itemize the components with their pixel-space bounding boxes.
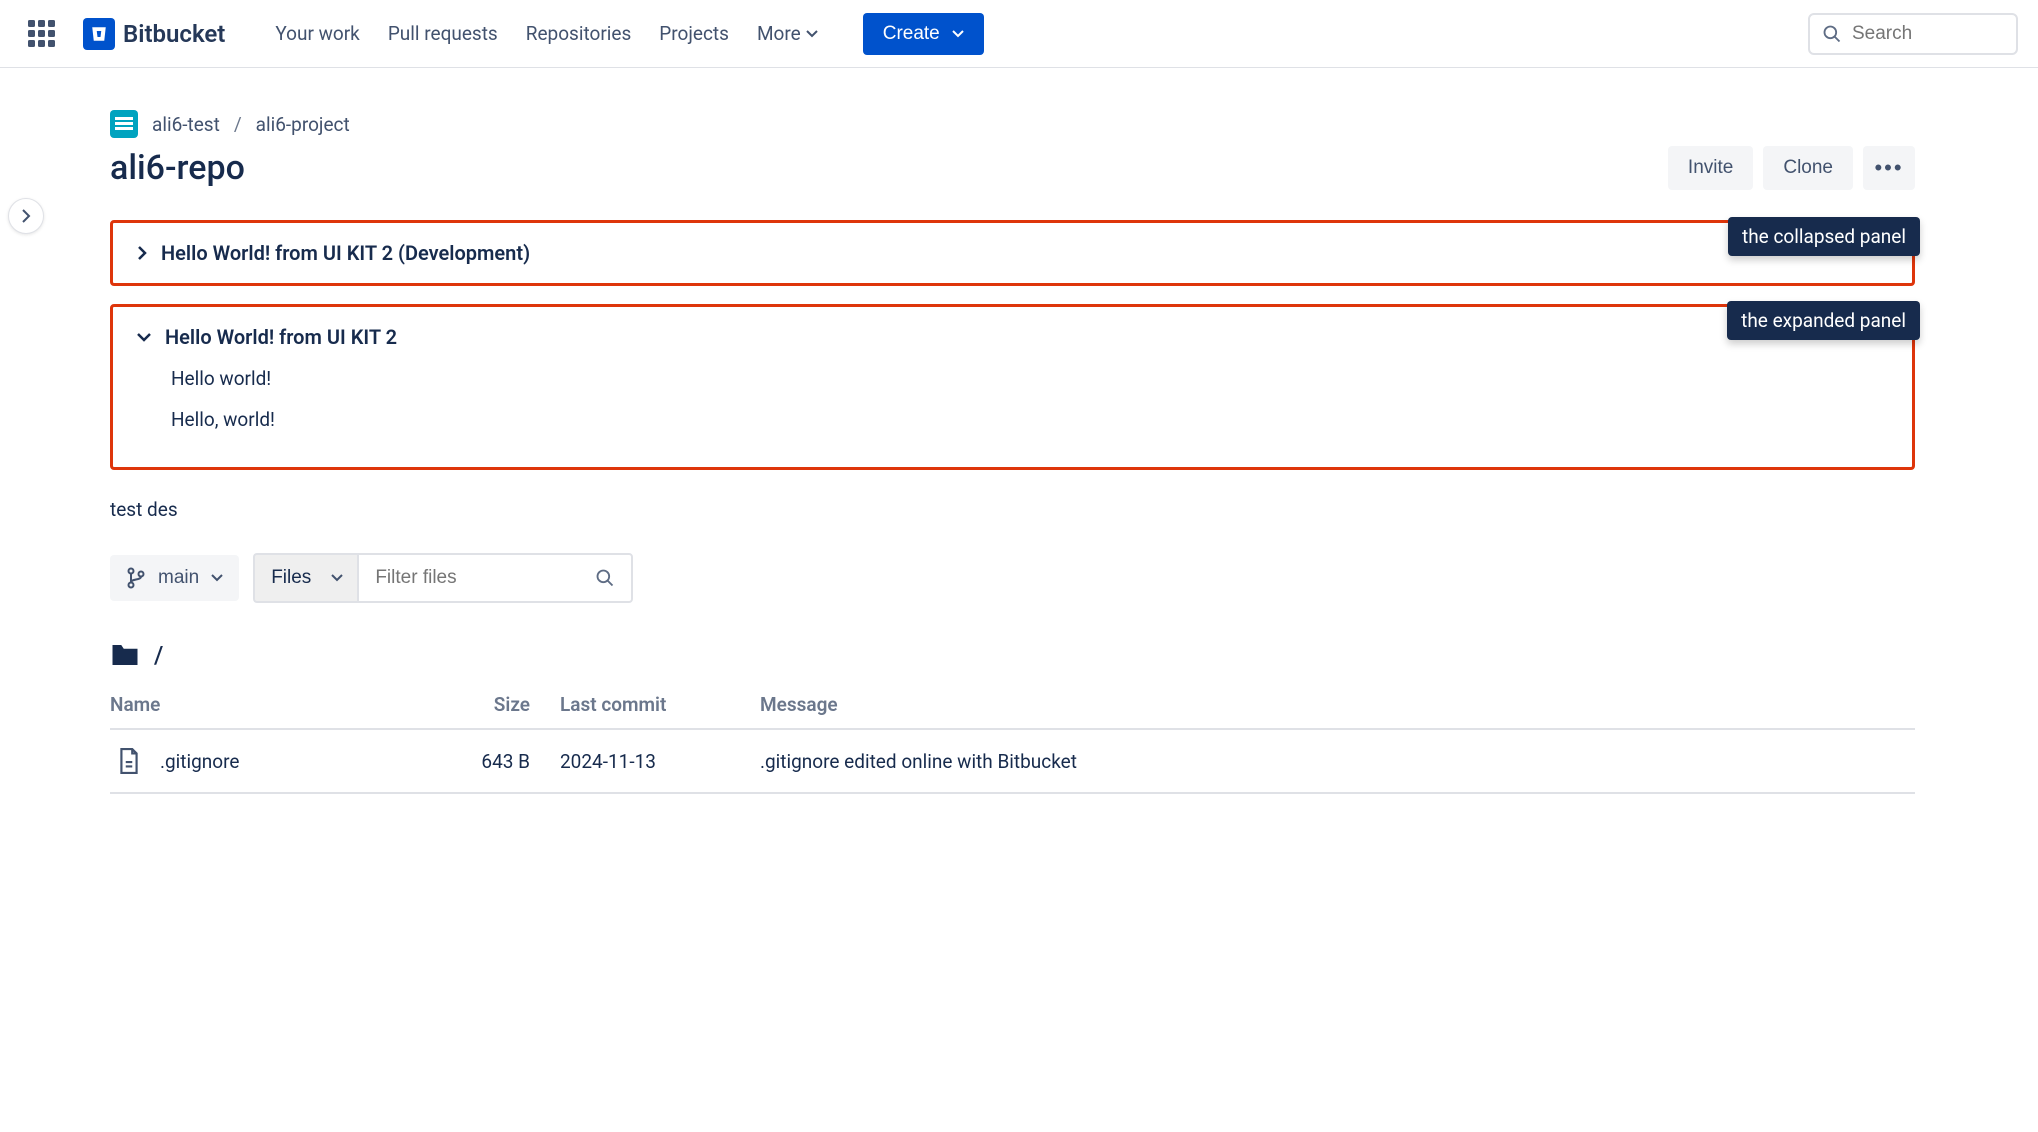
table-header: Name Size Last commit Message [110,693,1915,730]
col-size: Size [450,693,560,716]
col-message: Message [760,693,1915,716]
folder-icon[interactable] [110,642,140,668]
chevron-down-icon [952,30,964,38]
panel-body-line: Hello, world! [171,408,1888,431]
expand-sidebar-button[interactable] [8,198,44,234]
chevron-down-icon [806,30,818,38]
top-navigation: Bitbucket Your work Pull requests Reposi… [0,0,2038,68]
repo-title: ali6-repo [110,148,245,188]
breadcrumb-workspace[interactable]: ali6-test [152,113,220,136]
nav-projects[interactable]: Projects [659,22,729,45]
chevron-down-icon [331,574,343,582]
collapsed-panel: Hello World! from UI KIT 2 (Development)… [110,220,1915,286]
file-icon [118,748,140,774]
expanded-panel: Hello World! from UI KIT 2 the expanded … [110,304,1915,470]
file-commit: 2024-11-13 [560,750,760,773]
more-horizontal-icon: ••• [1874,155,1903,181]
workspace-avatar-icon [110,110,138,138]
file-size: 643 B [450,750,560,773]
brand-text: Bitbucket [123,20,225,48]
chevron-right-icon [137,246,147,260]
expanded-panel-header[interactable]: Hello World! from UI KIT 2 [137,325,1888,349]
search-input[interactable] [1852,23,2004,45]
file-message: .gitignore edited online with Bitbucket [760,750,1915,773]
col-name: Name [110,693,450,716]
repo-description: test des [110,498,1915,521]
collapsed-panel-header[interactable]: Hello World! from UI KIT 2 (Development) [137,241,1888,265]
filter-files-input[interactable] [375,567,595,589]
expanded-panel-body: Hello world! Hello, world! [137,349,1888,431]
expanded-panel-title: Hello World! from UI KIT 2 [165,325,397,349]
filter-files-wrap [357,553,633,603]
clone-button[interactable]: Clone [1763,146,1853,190]
breadcrumb: ali6-test / ali6-project [110,110,1915,138]
more-actions-button[interactable]: ••• [1863,146,1915,190]
nav-your-work[interactable]: Your work [275,22,359,45]
files-dropdown[interactable]: Files [253,553,359,603]
table-row[interactable]: .gitignore 643 B 2024-11-13 .gitignore e… [110,730,1915,794]
file-toolbar: main Files [110,553,1915,603]
collapsed-panel-badge: the collapsed panel [1728,217,1920,256]
path-root: / [154,641,163,669]
chevron-down-icon [137,332,151,342]
collapsed-panel-title: Hello World! from UI KIT 2 (Development) [161,241,530,265]
bitbucket-icon [83,18,115,50]
branch-selector[interactable]: main [110,555,239,601]
invite-button[interactable]: Invite [1668,146,1753,190]
path-row: / [110,641,1915,669]
branch-icon [126,567,146,589]
bitbucket-logo[interactable]: Bitbucket [83,18,225,50]
search-icon [1822,24,1842,44]
title-actions: Invite Clone ••• [1668,146,1915,190]
file-name[interactable]: .gitignore [160,750,239,773]
expanded-panel-badge: the expanded panel [1727,301,1920,340]
nav-pull-requests[interactable]: Pull requests [388,22,498,45]
search-icon [595,568,615,588]
panel-body-line: Hello world! [171,367,1888,390]
nav-more[interactable]: More [757,22,818,45]
nav-repositories[interactable]: Repositories [526,22,632,45]
breadcrumb-project[interactable]: ali6-project [256,113,350,136]
create-button[interactable]: Create [863,13,984,55]
file-table: Name Size Last commit Message .gitignore… [110,693,1915,794]
breadcrumb-separator: / [234,113,242,136]
app-switcher-icon[interactable] [20,12,63,55]
nav-items: Your work Pull requests Repositories Pro… [275,22,817,45]
chevron-down-icon [211,574,223,582]
chevron-right-icon [20,209,32,223]
col-commit: Last commit [560,693,760,716]
search-box[interactable] [1808,13,2018,55]
